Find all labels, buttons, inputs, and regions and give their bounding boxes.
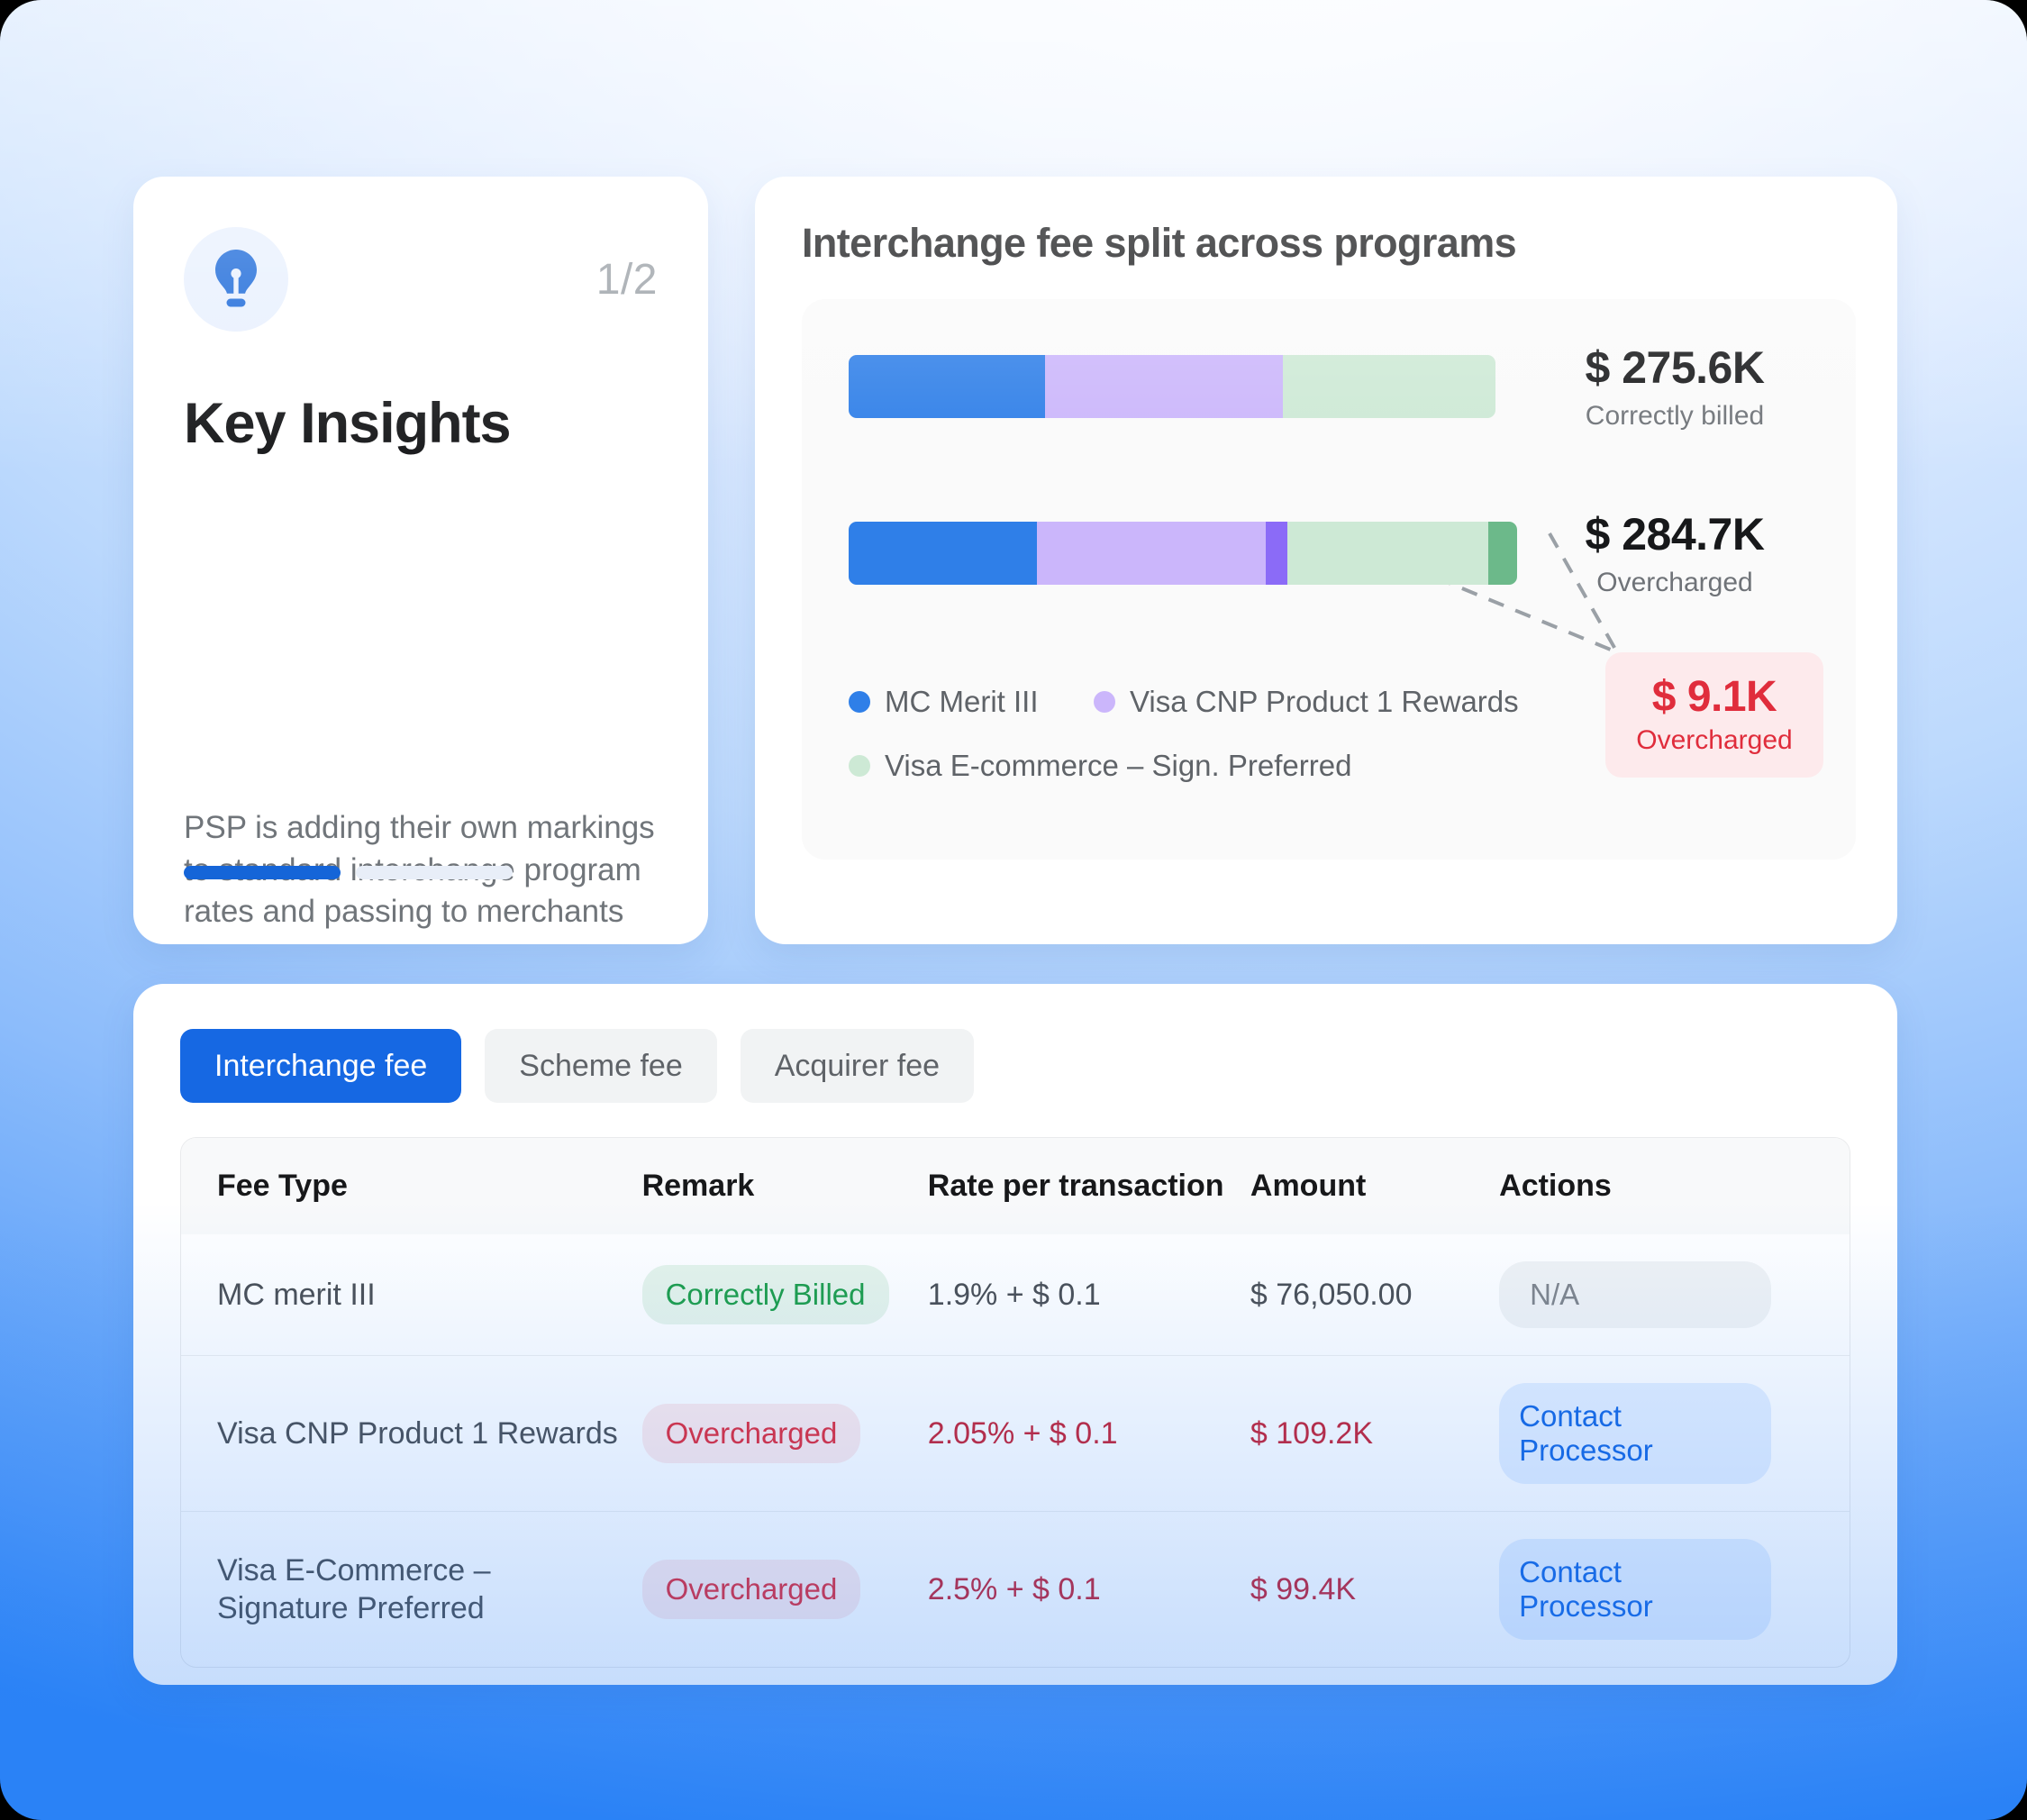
table-header-row: Fee Type Remark Rate per transaction Amo… — [181, 1138, 1850, 1234]
legend-row: Visa E-commerce – Sign. Preferred — [849, 749, 1533, 783]
column-header-amount: Amount — [1250, 1138, 1500, 1234]
column-header-fee-type: Fee Type — [181, 1138, 642, 1234]
status-badge: Correctly Billed — [641, 1265, 889, 1324]
fee-type-tabs: Interchange fee Scheme fee Acquirer fee — [180, 1029, 1850, 1103]
progress-pill-2[interactable] — [356, 866, 513, 879]
page-title: Key Insights — [184, 392, 512, 455]
column-header-remark: Remark — [641, 1138, 928, 1234]
action-not-available: N/A — [1499, 1261, 1772, 1328]
legend-dot-icon — [849, 691, 870, 713]
cell-rate: 2.5% + $ 0.1 — [927, 1511, 1250, 1667]
fee-breakdown-card: Interchange fee Scheme fee Acquirer fee … — [133, 984, 1897, 1685]
insights-header: 1/2 — [184, 227, 658, 332]
table-row: Visa E-Commerce – Signature Preferred Ov… — [181, 1511, 1850, 1667]
tab-interchange-fee[interactable]: Interchange fee — [180, 1029, 462, 1103]
bar-segment-mc-merit — [849, 355, 1046, 418]
cell-rate: 2.05% + $ 0.1 — [927, 1355, 1250, 1512]
bar-amount: $ 284.7K — [1585, 509, 1765, 560]
stacked-bar — [849, 355, 1495, 418]
app-background: 1/2 Key Insights PSP is adding their own… — [0, 0, 2027, 1820]
legend-dot-icon — [1094, 691, 1115, 713]
contact-processor-button[interactable]: Contact Processor — [1499, 1539, 1772, 1640]
chart-bar-row-overcharged: $ 284.7K Overcharged — [802, 509, 1856, 597]
cell-fee-type: Visa CNP Product 1 Rewards — [181, 1355, 642, 1512]
key-insights-card: 1/2 Key Insights PSP is adding their own… — [133, 177, 708, 944]
status-badge: Overcharged — [641, 1560, 861, 1619]
interchange-chart-card: Interchange fee split across programs $ … — [755, 177, 1897, 944]
cell-fee-type-line2: Signature Preferred — [217, 1591, 485, 1625]
legend-item-mc-merit: MC Merit III — [849, 685, 1094, 719]
column-header-actions: Actions — [1499, 1138, 1850, 1234]
chart-bar-row-correctly-billed: $ 275.6K Correctly billed — [802, 342, 1856, 431]
table-row: MC merit III Correctly Billed 1.9% + $ 0… — [181, 1234, 1850, 1356]
cell-amount: $ 109.2K — [1250, 1355, 1500, 1512]
bar-value-group: $ 284.7K Overcharged — [1526, 508, 1823, 598]
insight-counter: 1/2 — [595, 255, 658, 304]
stacked-bar — [849, 522, 1517, 585]
carousel-progress[interactable] — [184, 866, 513, 879]
bar-segment-visa-cnp — [1037, 522, 1266, 585]
bar-sublabel: Correctly billed — [1585, 401, 1765, 431]
bar-segment-visa-cnp-overcharge — [1265, 522, 1288, 585]
overcharge-callout: $ 9.1K Overcharged — [1605, 652, 1823, 778]
chart-panel: $ 275.6K Correctly billed $ 284.7K Overc… — [802, 299, 1856, 860]
cell-actions: Contact Processor — [1499, 1355, 1850, 1512]
column-header-rate: Rate per transaction — [927, 1138, 1250, 1234]
lightbulb-icon — [184, 227, 288, 332]
cell-rate: 1.9% + $ 0.1 — [927, 1277, 1101, 1312]
bar-segment-mc-merit — [849, 522, 1038, 585]
cell-fee-type: MC merit III — [217, 1277, 376, 1312]
legend-dot-icon — [849, 755, 870, 777]
cell-remark: Overcharged — [641, 1511, 928, 1667]
cell-remark: Correctly Billed — [641, 1234, 928, 1356]
legend-item-visa-ecommerce: Visa E-commerce – Sign. Preferred — [849, 749, 1351, 783]
cell-fee-type: Visa E-Commerce – Signature Preferred — [181, 1511, 642, 1667]
cell-amount: $ 99.4K — [1250, 1511, 1500, 1667]
bar-value-group: $ 275.6K Correctly billed — [1526, 341, 1823, 432]
legend-item-visa-cnp: Visa CNP Product 1 Rewards — [1094, 685, 1519, 719]
cell-actions: Contact Processor — [1499, 1511, 1850, 1667]
legend-label: Visa CNP Product 1 Rewards — [1130, 685, 1519, 718]
bar-segment-visa-ecommerce — [1287, 522, 1489, 585]
progress-pill-1[interactable] — [184, 866, 341, 879]
legend-label: Visa E-commerce – Sign. Preferred — [885, 749, 1352, 782]
bar-segment-visa-ecommerce-overcharge — [1488, 522, 1517, 585]
tab-scheme-fee[interactable]: Scheme fee — [485, 1029, 717, 1103]
bar-amount: $ 275.6K — [1585, 342, 1765, 393]
cell-actions: N/A — [1499, 1234, 1850, 1356]
status-badge: Overcharged — [641, 1404, 861, 1463]
contact-processor-button[interactable]: Contact Processor — [1499, 1383, 1772, 1484]
callout-sublabel: Overcharged — [1636, 725, 1793, 755]
cell-remark: Overcharged — [641, 1355, 928, 1512]
bar-segment-visa-cnp — [1045, 355, 1284, 418]
legend-row: MC Merit III Visa CNP Product 1 Rewards — [849, 685, 1533, 719]
bar-segment-visa-ecommerce — [1283, 355, 1495, 418]
chart-legend: MC Merit III Visa CNP Product 1 Rewards … — [849, 685, 1533, 783]
table-row: Visa CNP Product 1 Rewards Overcharged 2… — [181, 1355, 1850, 1512]
fee-table: Fee Type Remark Rate per transaction Amo… — [180, 1137, 1850, 1668]
bar-sublabel: Overcharged — [1596, 568, 1753, 597]
legend-label: MC Merit III — [885, 685, 1039, 718]
cell-fee-type-line1: Visa E-Commerce – — [217, 1552, 491, 1588]
cell-amount: $ 76,050.00 — [1250, 1277, 1413, 1312]
callout-amount: $ 9.1K — [1651, 673, 1777, 721]
chart-title: Interchange fee split across programs — [802, 220, 1517, 266]
tab-acquirer-fee[interactable]: Acquirer fee — [740, 1029, 975, 1103]
